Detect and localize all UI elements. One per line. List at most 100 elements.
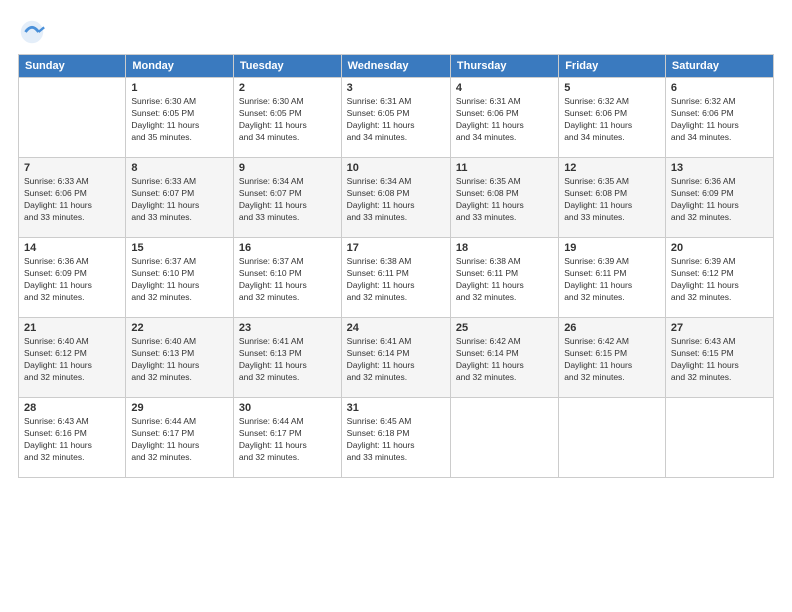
calendar-cell: 11 Sunrise: 6:35 AM Sunset: 6:08 PM Dayli… xyxy=(450,158,558,238)
day-number: 30 xyxy=(239,402,336,414)
cell-info: Sunrise: 6:44 AM Sunset: 6:17 PM Dayligh… xyxy=(131,416,228,464)
cell-info: Sunrise: 6:44 AM Sunset: 6:17 PM Dayligh… xyxy=(239,416,336,464)
calendar-cell: 16 Sunrise: 6:37 AM Sunset: 6:10 PM Dayli… xyxy=(233,238,341,318)
calendar-cell: 5 Sunrise: 6:32 AM Sunset: 6:06 PM Daylig… xyxy=(559,78,666,158)
day-number: 14 xyxy=(24,242,120,254)
cell-info: Sunrise: 6:39 AM Sunset: 6:11 PM Dayligh… xyxy=(564,256,660,304)
cell-info: Sunrise: 6:31 AM Sunset: 6:06 PM Dayligh… xyxy=(456,96,553,144)
calendar-cell: 26 Sunrise: 6:42 AM Sunset: 6:15 PM Dayli… xyxy=(559,318,666,398)
day-number: 16 xyxy=(239,242,336,254)
day-number: 3 xyxy=(347,82,445,94)
day-number: 1 xyxy=(131,82,228,94)
day-number: 15 xyxy=(131,242,228,254)
calendar-cell: 1 Sunrise: 6:30 AM Sunset: 6:05 PM Daylig… xyxy=(126,78,234,158)
calendar-cell: 29 Sunrise: 6:44 AM Sunset: 6:17 PM Dayli… xyxy=(126,398,234,478)
calendar-cell: 31 Sunrise: 6:45 AM Sunset: 6:18 PM Dayli… xyxy=(341,398,450,478)
calendar-cell xyxy=(450,398,558,478)
cell-info: Sunrise: 6:30 AM Sunset: 6:05 PM Dayligh… xyxy=(131,96,228,144)
day-number: 5 xyxy=(564,82,660,94)
calendar-cell: 21Sunrise: 6:40 AM Sunset: 6:12 PM Dayli… xyxy=(19,318,126,398)
calendar-cell: 18 Sunrise: 6:38 AM Sunset: 6:11 PM Dayli… xyxy=(450,238,558,318)
cell-info: Sunrise: 6:37 AM Sunset: 6:10 PM Dayligh… xyxy=(239,256,336,304)
cell-info: Sunrise: 6:42 AM Sunset: 6:15 PM Dayligh… xyxy=(564,336,660,384)
cell-info: Sunrise: 6:39 AM Sunset: 6:12 PM Dayligh… xyxy=(671,256,768,304)
calendar-cell xyxy=(19,78,126,158)
calendar-day-header: Thursday xyxy=(450,55,558,78)
calendar-cell: 3 Sunrise: 6:31 AM Sunset: 6:05 PM Daylig… xyxy=(341,78,450,158)
day-number: 22 xyxy=(131,322,228,334)
calendar-cell: 10Sunrise: 6:34 AM Sunset: 6:08 PM Dayli… xyxy=(341,158,450,238)
calendar-cell xyxy=(665,398,773,478)
cell-info: Sunrise: 6:36 AM Sunset: 6:09 PM Dayligh… xyxy=(671,176,768,224)
calendar-week-row: 1 Sunrise: 6:30 AM Sunset: 6:05 PM Daylig… xyxy=(19,78,774,158)
cell-info: Sunrise: 6:35 AM Sunset: 6:08 PM Dayligh… xyxy=(456,176,553,224)
calendar-cell: 23 Sunrise: 6:41 AM Sunset: 6:13 PM Dayli… xyxy=(233,318,341,398)
day-number: 19 xyxy=(564,242,660,254)
day-number: 7 xyxy=(24,162,120,174)
day-number: 29 xyxy=(131,402,228,414)
logo-icon xyxy=(18,18,46,46)
page: SundayMondayTuesdayWednesdayThursdayFrid… xyxy=(0,0,792,612)
calendar-cell: 22 Sunrise: 6:40 AM Sunset: 6:13 PM Dayli… xyxy=(126,318,234,398)
day-number: 8 xyxy=(131,162,228,174)
calendar-week-row: 21Sunrise: 6:40 AM Sunset: 6:12 PM Dayli… xyxy=(19,318,774,398)
cell-info: Sunrise: 6:32 AM Sunset: 6:06 PM Dayligh… xyxy=(671,96,768,144)
day-number: 24 xyxy=(347,322,445,334)
day-number: 28 xyxy=(24,402,120,414)
calendar-day-header: Tuesday xyxy=(233,55,341,78)
calendar-cell: 8Sunrise: 6:33 AM Sunset: 6:07 PM Daylig… xyxy=(126,158,234,238)
calendar-day-header: Monday xyxy=(126,55,234,78)
header xyxy=(18,18,774,46)
day-number: 4 xyxy=(456,82,553,94)
day-number: 18 xyxy=(456,242,553,254)
calendar-cell: 15 Sunrise: 6:37 AM Sunset: 6:10 PM Dayli… xyxy=(126,238,234,318)
cell-info: Sunrise: 6:31 AM Sunset: 6:05 PM Dayligh… xyxy=(347,96,445,144)
day-number: 20 xyxy=(671,242,768,254)
day-number: 17 xyxy=(347,242,445,254)
calendar-cell: 6 Sunrise: 6:32 AM Sunset: 6:06 PM Daylig… xyxy=(665,78,773,158)
calendar-cell: 12 Sunrise: 6:35 AM Sunset: 6:08 PM Dayli… xyxy=(559,158,666,238)
calendar-week-row: 14 Sunrise: 6:36 AM Sunset: 6:09 PM Dayli… xyxy=(19,238,774,318)
calendar-cell: 20 Sunrise: 6:39 AM Sunset: 6:12 PM Dayli… xyxy=(665,238,773,318)
calendar-header-row: SundayMondayTuesdayWednesdayThursdayFrid… xyxy=(19,55,774,78)
calendar-cell: 7Sunrise: 6:33 AM Sunset: 6:06 PM Daylig… xyxy=(19,158,126,238)
cell-info: Sunrise: 6:45 AM Sunset: 6:18 PM Dayligh… xyxy=(347,416,445,464)
cell-info: Sunrise: 6:43 AM Sunset: 6:16 PM Dayligh… xyxy=(24,416,120,464)
calendar-cell: 19 Sunrise: 6:39 AM Sunset: 6:11 PM Dayli… xyxy=(559,238,666,318)
calendar-cell: 30 Sunrise: 6:44 AM Sunset: 6:17 PM Dayli… xyxy=(233,398,341,478)
cell-info: Sunrise: 6:38 AM Sunset: 6:11 PM Dayligh… xyxy=(456,256,553,304)
calendar-cell xyxy=(559,398,666,478)
calendar-cell: 28 Sunrise: 6:43 AM Sunset: 6:16 PM Dayli… xyxy=(19,398,126,478)
cell-info: Sunrise: 6:36 AM Sunset: 6:09 PM Dayligh… xyxy=(24,256,120,304)
calendar-table: SundayMondayTuesdayWednesdayThursdayFrid… xyxy=(18,54,774,478)
calendar-cell: 13Sunrise: 6:36 AM Sunset: 6:09 PM Dayli… xyxy=(665,158,773,238)
cell-info: Sunrise: 6:40 AM Sunset: 6:13 PM Dayligh… xyxy=(131,336,228,384)
cell-info: Sunrise: 6:41 AM Sunset: 6:13 PM Dayligh… xyxy=(239,336,336,384)
calendar-cell: 27Sunrise: 6:43 AM Sunset: 6:15 PM Dayli… xyxy=(665,318,773,398)
day-number: 9 xyxy=(239,162,336,174)
day-number: 11 xyxy=(456,162,553,174)
cell-info: Sunrise: 6:32 AM Sunset: 6:06 PM Dayligh… xyxy=(564,96,660,144)
cell-info: Sunrise: 6:34 AM Sunset: 6:07 PM Dayligh… xyxy=(239,176,336,224)
day-number: 31 xyxy=(347,402,445,414)
calendar-cell: 14 Sunrise: 6:36 AM Sunset: 6:09 PM Dayli… xyxy=(19,238,126,318)
calendar-day-header: Friday xyxy=(559,55,666,78)
day-number: 6 xyxy=(671,82,768,94)
calendar-day-header: Sunday xyxy=(19,55,126,78)
calendar-week-row: 28 Sunrise: 6:43 AM Sunset: 6:16 PM Dayli… xyxy=(19,398,774,478)
cell-info: Sunrise: 6:40 AM Sunset: 6:12 PM Dayligh… xyxy=(24,336,120,384)
cell-info: Sunrise: 6:35 AM Sunset: 6:08 PM Dayligh… xyxy=(564,176,660,224)
cell-info: Sunrise: 6:38 AM Sunset: 6:11 PM Dayligh… xyxy=(347,256,445,304)
calendar-day-header: Wednesday xyxy=(341,55,450,78)
day-number: 26 xyxy=(564,322,660,334)
cell-info: Sunrise: 6:37 AM Sunset: 6:10 PM Dayligh… xyxy=(131,256,228,304)
calendar-week-row: 7Sunrise: 6:33 AM Sunset: 6:06 PM Daylig… xyxy=(19,158,774,238)
calendar-cell: 2Sunrise: 6:30 AM Sunset: 6:05 PM Daylig… xyxy=(233,78,341,158)
calendar-cell: 17 Sunrise: 6:38 AM Sunset: 6:11 PM Dayli… xyxy=(341,238,450,318)
day-number: 23 xyxy=(239,322,336,334)
day-number: 12 xyxy=(564,162,660,174)
calendar-cell: 4 Sunrise: 6:31 AM Sunset: 6:06 PM Daylig… xyxy=(450,78,558,158)
calendar-day-header: Saturday xyxy=(665,55,773,78)
day-number: 2 xyxy=(239,82,336,94)
cell-info: Sunrise: 6:43 AM Sunset: 6:15 PM Dayligh… xyxy=(671,336,768,384)
